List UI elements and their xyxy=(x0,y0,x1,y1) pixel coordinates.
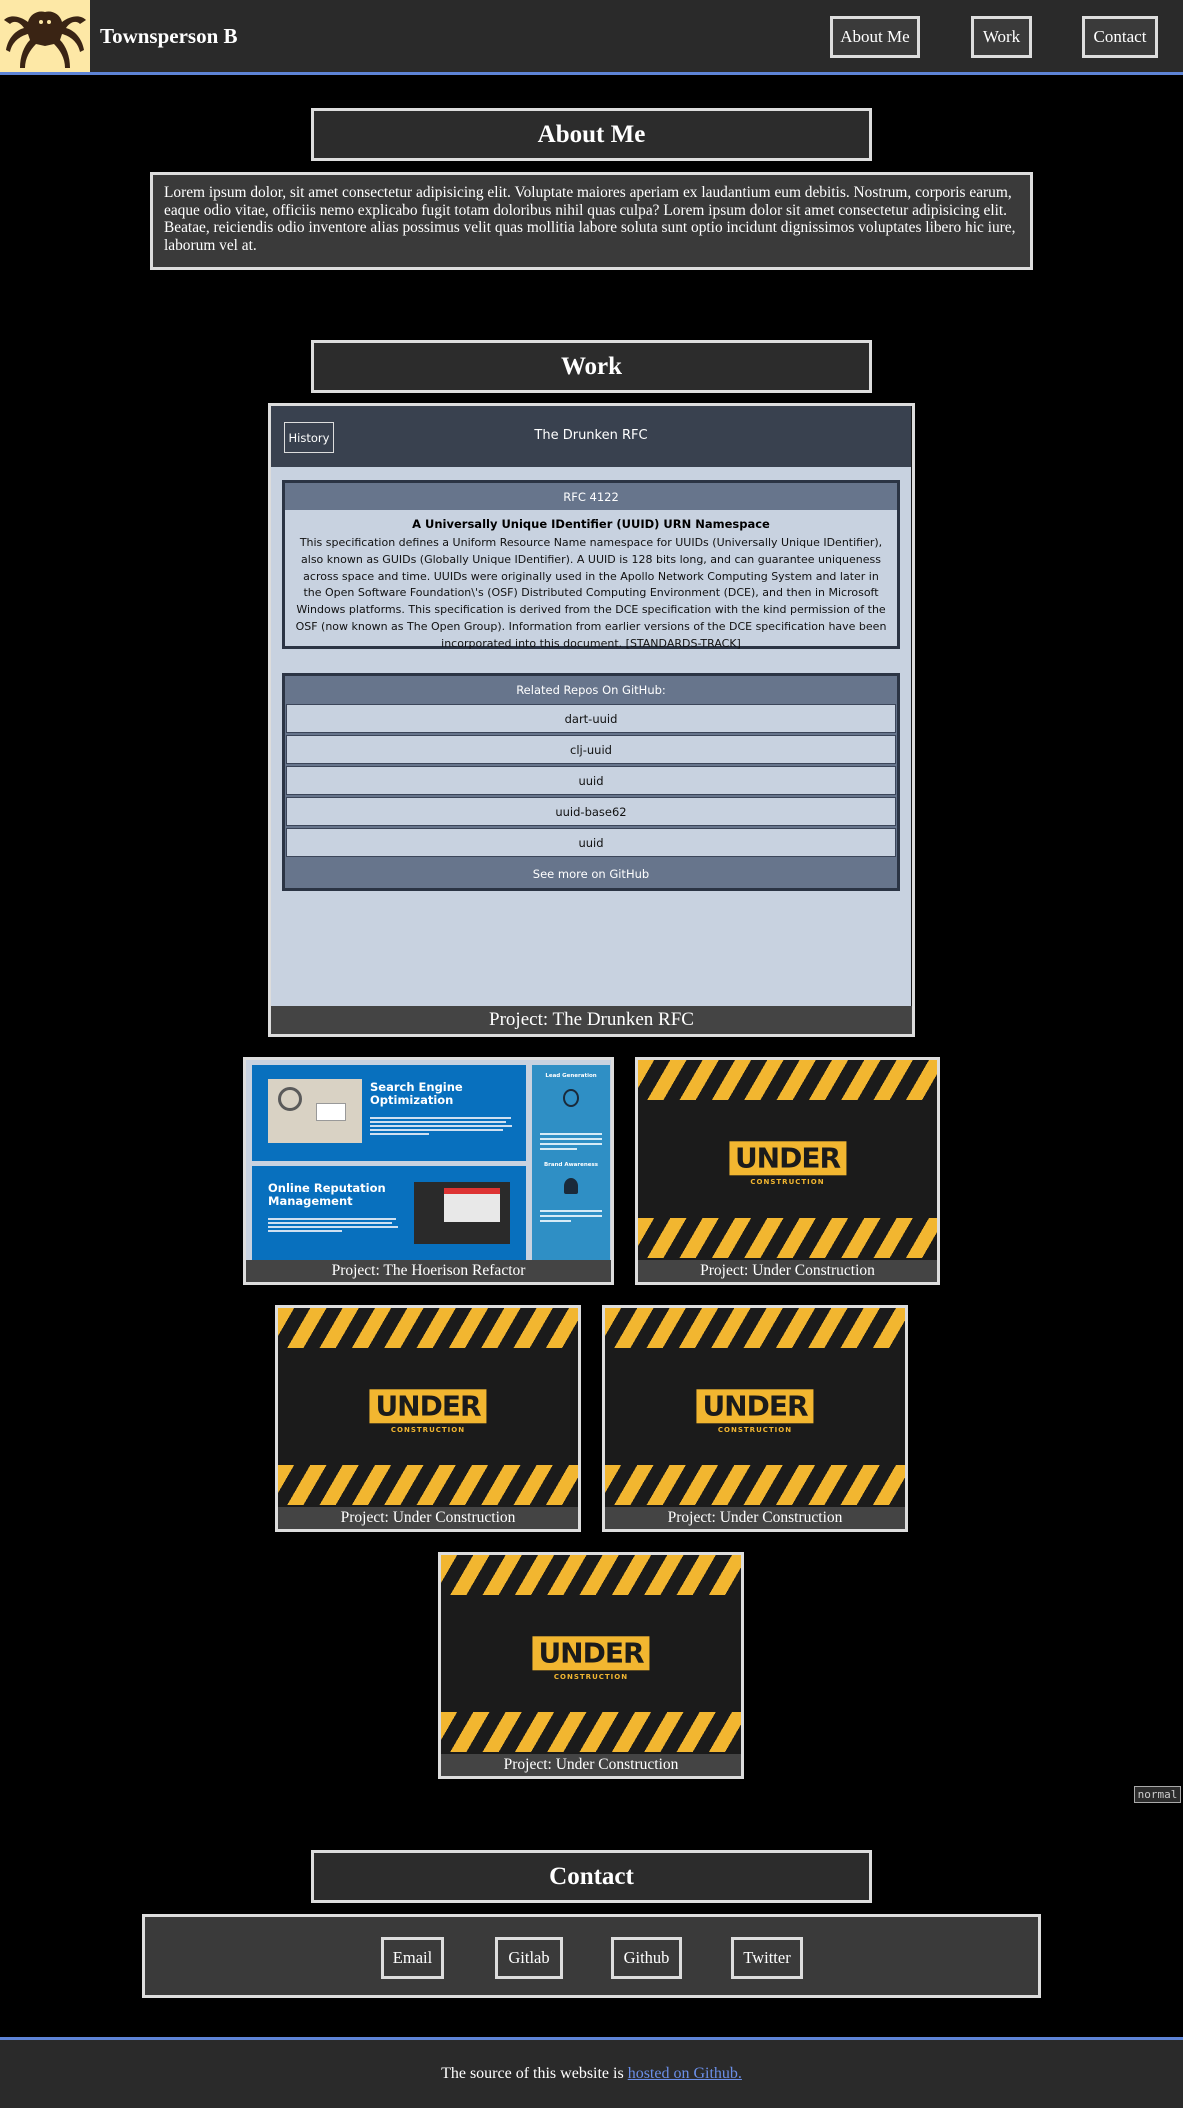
repos-panel: Related Repos On GitHub: dart-uuid clj-u… xyxy=(282,673,900,891)
project-card-hoerison[interactable]: Search Engine Optimization Online Reputa… xyxy=(243,1057,614,1285)
project-card-under-construction[interactable]: UNDER CONSTRUCTION Project: Under Constr… xyxy=(635,1057,940,1285)
seo-text-lines xyxy=(370,1115,518,1145)
github-button[interactable]: Github xyxy=(611,1937,682,1979)
nav-work-button[interactable]: Work xyxy=(971,16,1032,58)
footer: The source of this website is hosted on … xyxy=(0,2037,1183,2108)
seo-panel: Search Engine Optimization xyxy=(252,1065,526,1161)
hoerison-preview: Search Engine Optimization Online Reputa… xyxy=(246,1060,611,1263)
hazard-stripes xyxy=(441,1712,741,1752)
about-text: Lorem ipsum dolor, sit amet consectetur … xyxy=(150,172,1033,270)
orm-text-lines xyxy=(268,1216,403,1246)
gitlab-button[interactable]: Gitlab xyxy=(495,1937,563,1979)
project-caption: Project: Under Construction xyxy=(605,1507,905,1529)
spec-panel: RFC 4122 A Universally Unique IDentifier… xyxy=(282,480,900,650)
hazard-stripes xyxy=(441,1555,741,1595)
nav-contact-button[interactable]: Contact xyxy=(1082,16,1158,58)
hazard-stripes xyxy=(605,1465,905,1505)
rfc-site-title: The Drunken RFC xyxy=(534,428,648,443)
under-construction-image: UNDER CONSTRUCTION xyxy=(278,1308,578,1507)
under-word: UNDER xyxy=(728,1141,847,1176)
repo-item[interactable]: uuid xyxy=(286,766,896,795)
construction-word: CONSTRUCTION xyxy=(750,1178,825,1186)
construction-word: CONSTRUCTION xyxy=(390,1425,466,1434)
spec-body: This specification defines a Uniform Res… xyxy=(295,536,887,650)
orm-panel: Online Reputation Management xyxy=(252,1166,526,1263)
project-card-under-construction[interactable]: UNDER CONSTRUCTION Project: Under Constr… xyxy=(275,1305,581,1532)
lead-gen-heading: Lead Generation xyxy=(545,1073,597,1079)
hazard-stripes xyxy=(638,1060,937,1100)
construction-word: CONSTRUCTION xyxy=(717,1425,793,1434)
rfc-preview: History The Drunken RFC RFC 4122 A Unive… xyxy=(271,406,911,1006)
hazard-stripes xyxy=(278,1308,578,1348)
construction-word: CONSTRUCTION xyxy=(553,1672,629,1681)
project-card-under-construction[interactable]: UNDER CONSTRUCTION Project: Under Constr… xyxy=(602,1305,908,1532)
seo-heading: Search Engine Optimization xyxy=(370,1080,463,1107)
twitter-button[interactable]: Twitter xyxy=(731,1937,803,1979)
broadcast-icon xyxy=(564,1178,578,1194)
repo-item[interactable]: dart-uuid xyxy=(286,704,896,733)
under-word: UNDER xyxy=(696,1388,814,1423)
mode-badge: normal xyxy=(1134,1786,1181,1803)
lightbulb-icon xyxy=(563,1089,579,1107)
top-nav: Townsperson B About Me Work Contact xyxy=(0,0,1183,75)
orm-laptop-photo xyxy=(414,1182,510,1244)
about-title: About Me xyxy=(311,108,872,161)
project-caption: Project: Under Construction xyxy=(441,1754,741,1776)
email-button[interactable]: Email xyxy=(381,1937,444,1979)
contact-title: Contact xyxy=(311,1850,872,1903)
brand-lines xyxy=(540,1210,602,1222)
repo-item[interactable]: clj-uuid xyxy=(286,735,896,764)
under-construction-image: UNDER CONSTRUCTION xyxy=(605,1308,905,1507)
lead-gen-lines xyxy=(540,1133,602,1150)
contact-panel: Email Gitlab Github Twitter xyxy=(142,1914,1041,1998)
nav-about-button[interactable]: About Me xyxy=(830,16,920,58)
under-construction-image: UNDER CONSTRUCTION xyxy=(441,1555,741,1754)
site-brand[interactable]: Townsperson B xyxy=(100,24,238,49)
side-panel: Lead Generation Brand Awareness xyxy=(532,1065,610,1263)
under-word: UNDER xyxy=(532,1635,650,1670)
repos-header: Related Repos On GitHub: xyxy=(516,683,666,697)
footer-text: The source of this website is xyxy=(441,2065,624,2082)
project-caption: Project: Under Construction xyxy=(638,1260,937,1282)
logo[interactable] xyxy=(0,0,90,72)
project-card-drunken-rfc[interactable]: History The Drunken RFC RFC 4122 A Unive… xyxy=(268,403,915,1037)
repo-item[interactable]: uuid-base62 xyxy=(286,797,896,826)
orm-heading: Online Reputation Management xyxy=(268,1181,386,1208)
hazard-stripes xyxy=(638,1218,937,1258)
hazard-stripes xyxy=(605,1308,905,1348)
see-more-github-link[interactable]: See more on GitHub xyxy=(285,859,897,888)
project-caption: Project: The Drunken RFC xyxy=(271,1006,912,1034)
seo-photo xyxy=(268,1079,362,1143)
work-title: Work xyxy=(311,340,872,393)
project-card-under-construction[interactable]: UNDER CONSTRUCTION Project: Under Constr… xyxy=(438,1552,744,1779)
project-caption: Project: The Hoerison Refactor xyxy=(246,1260,611,1282)
under-construction-image: UNDER CONSTRUCTION xyxy=(638,1060,937,1260)
hazard-stripes xyxy=(278,1465,578,1505)
github-source-link[interactable]: hosted on Github. xyxy=(628,2065,742,2083)
spec-title: A Universally Unique IDentifier (UUID) U… xyxy=(412,517,770,531)
spec-header: RFC 4122 xyxy=(285,483,897,510)
repo-item[interactable]: uuid xyxy=(286,828,896,857)
under-word: UNDER xyxy=(369,1388,487,1423)
rfc-header: History The Drunken RFC xyxy=(271,406,911,467)
project-caption: Project: Under Construction xyxy=(278,1507,578,1529)
brand-awareness-heading: Brand Awareness xyxy=(543,1162,599,1168)
